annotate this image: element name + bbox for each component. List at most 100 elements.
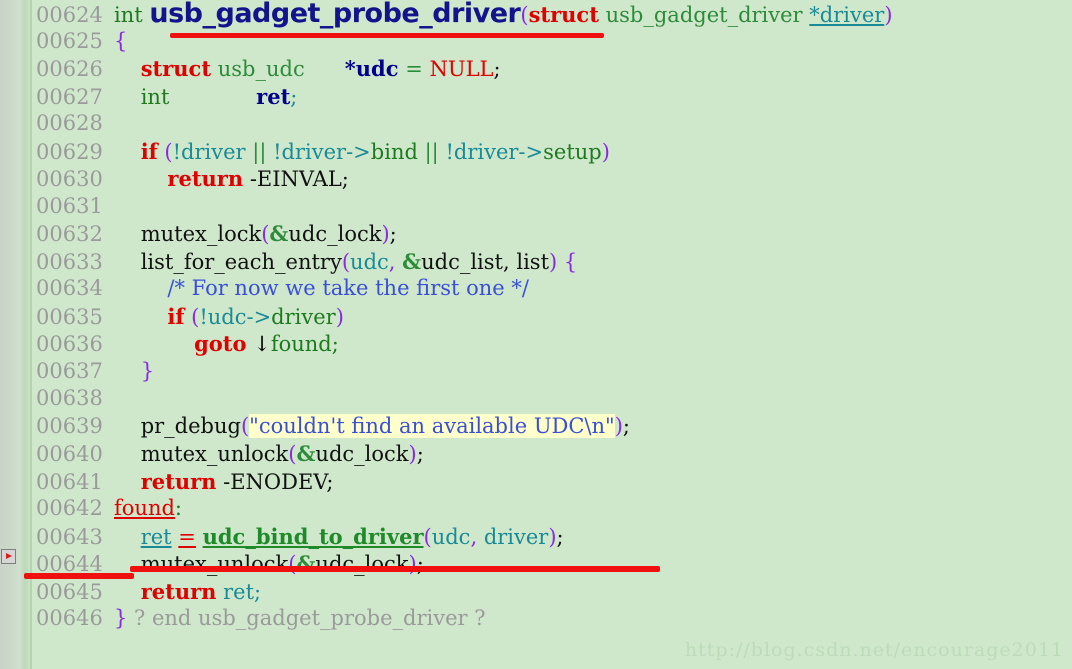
token-ampersand: & <box>269 221 289 246</box>
token-string-literal: "couldn't find an available UDC\n" <box>249 413 615 438</box>
token-arg-list: list <box>516 249 550 274</box>
token-arg-udc: udc <box>350 249 389 274</box>
line-source: mutex_lock(&udc_lock); <box>114 221 397 246</box>
token-keyword-if: if <box>140 138 158 164</box>
token-fn-udc-bind-to-driver: udc_bind_to_driver <box>202 523 424 549</box>
token-var-ret: ret <box>223 579 255 604</box>
code-listing: 00624 int usb_gadget_probe_driver(struct … <box>0 0 1072 633</box>
code-line: 00637 } <box>0 358 1072 386</box>
token-operator-or: || <box>252 139 267 164</box>
token-semicolon: ; <box>556 524 564 549</box>
token-brace-close: } <box>114 606 128 630</box>
code-line: 00643 ret = udc_bind_to_driver(udc, driv… <box>0 523 1072 551</box>
token-fn-list-for-each-entry: list_for_each_entry <box>140 249 342 274</box>
token-fn-pr-debug: pr_debug <box>140 413 241 438</box>
line-number: 00641 <box>36 469 103 494</box>
code-line: 00634 /* For now we take the first one *… <box>0 275 1072 303</box>
token-arg-driver: driver <box>483 524 549 549</box>
token-type-usb-udc: usb_udc <box>217 57 305 81</box>
line-source: /* For now we take the first one */ <box>114 276 529 300</box>
token-paren-close: ) <box>381 222 390 246</box>
token-paren-close: ) <box>408 442 417 466</box>
token-var-udc: *udc <box>344 56 399 81</box>
line-source: pr_debug("couldn't find an available UDC… <box>114 413 630 438</box>
token-paren-close: ) <box>335 304 344 329</box>
line-source: } ? end usb_gadget_probe_driver ? <box>114 606 485 630</box>
token-paren-close: ) <box>614 413 623 438</box>
token-var-ret: ret <box>256 83 291 109</box>
token-field-setup: setup <box>543 139 602 164</box>
token-paren-close: ) <box>884 3 893 27</box>
code-line: 00628 <box>0 110 1072 138</box>
token-arg-udc: udc <box>431 524 471 549</box>
code-line: 00638 <box>0 385 1072 413</box>
code-line: 00642 found: <box>0 495 1072 523</box>
line-number: 00636 <box>36 332 103 356</box>
token-brace-close: } <box>140 358 155 383</box>
token-keyword-return: return <box>140 468 217 494</box>
line-number: 00646 <box>36 606 103 630</box>
token-paren-open: ( <box>240 413 250 438</box>
token-semicolon: ; <box>493 57 501 81</box>
token-brace-open: { <box>114 28 128 53</box>
token-comma: , <box>388 249 403 274</box>
token-null: NULL <box>429 57 494 81</box>
token-colon: : <box>174 496 182 520</box>
line-number: 00645 <box>36 579 103 604</box>
line-number: 00625 <box>36 28 103 53</box>
token-paren-close: ) <box>601 139 610 164</box>
token-comma: , <box>470 524 484 549</box>
line-number: 00624 <box>36 3 103 27</box>
token-field-bind: bind <box>370 139 418 164</box>
token-paren-close: ) <box>549 249 558 274</box>
token-brace-open: { <box>557 249 578 274</box>
annotation-underline-function-name <box>170 33 604 38</box>
line-source: if (!driver || !driver->bind || !driver-… <box>114 138 610 164</box>
token-keyword-return: return <box>167 166 244 191</box>
line-number: 00642 <box>36 496 103 520</box>
annotation-underline-line643-left <box>24 573 134 579</box>
token-paren-open: ( <box>520 3 529 27</box>
token-semicolon: ; <box>416 442 424 466</box>
token-expr-driver-deref: !driver-> <box>273 139 371 164</box>
token-type-int: int <box>140 84 170 109</box>
token-arg-udc-lock: udc_lock <box>315 552 409 576</box>
code-line: 00633 list_for_each_entry(udc, &udc_list… <box>0 248 1072 276</box>
line-number: 00626 <box>36 57 103 81</box>
line-source: } <box>114 359 154 383</box>
line-number: 00628 <box>36 111 103 135</box>
token-fn-mutex-lock: mutex_lock <box>140 222 262 246</box>
line-number: 00633 <box>36 249 103 274</box>
token-end-comment: ? end usb_gadget_probe_driver ? <box>127 606 486 630</box>
line-source: list_for_each_entry(udc, &udc_list, list… <box>114 248 578 274</box>
token-expr-udc-deref: !udc-> <box>199 304 272 329</box>
code-line: 00639 pr_debug("couldn't find an availab… <box>0 413 1072 441</box>
token-semicolon: ; <box>622 413 630 438</box>
line-number: 00632 <box>36 222 103 246</box>
token-semicolon: ; <box>326 469 334 494</box>
line-number: 00635 <box>36 304 103 329</box>
token-semicolon: ; <box>341 167 349 191</box>
token-ampersand: & <box>402 248 422 274</box>
token-keyword-goto: goto <box>194 331 247 356</box>
token-ampersand: & <box>296 441 316 466</box>
token-operator-assign: = <box>178 524 196 549</box>
token-type-name: usb_gadget_driver <box>605 3 803 27</box>
token-field-driver: driver <box>271 304 336 329</box>
goto-down-arrow-icon[interactable]: ↓ <box>253 332 271 356</box>
line-source: int ret; <box>114 83 298 109</box>
code-line: 00629 if (!driver || !driver->bind || !d… <box>0 138 1072 166</box>
token-fn-mutex-unlock: mutex_unlock <box>140 552 289 576</box>
token-operator-or: || <box>424 139 439 164</box>
line-source: mutex_unlock(&udc_lock); <box>114 551 424 576</box>
code-viewer: 00624 int usb_gadget_probe_driver(struct … <box>0 0 1072 669</box>
token-semicolon: ; <box>290 84 298 109</box>
token-paren-open: ( <box>423 524 432 549</box>
line-source: ret = udc_bind_to_driver(udc, driver); <box>114 523 564 549</box>
line-source: found: <box>114 496 182 520</box>
line-number: 00640 <box>36 442 103 466</box>
code-line: 00627 int ret; <box>0 83 1072 111</box>
annotation-underline-line643-right <box>130 566 660 572</box>
token-paren-open: ( <box>341 249 351 274</box>
token-semicolon: ; <box>254 579 262 604</box>
